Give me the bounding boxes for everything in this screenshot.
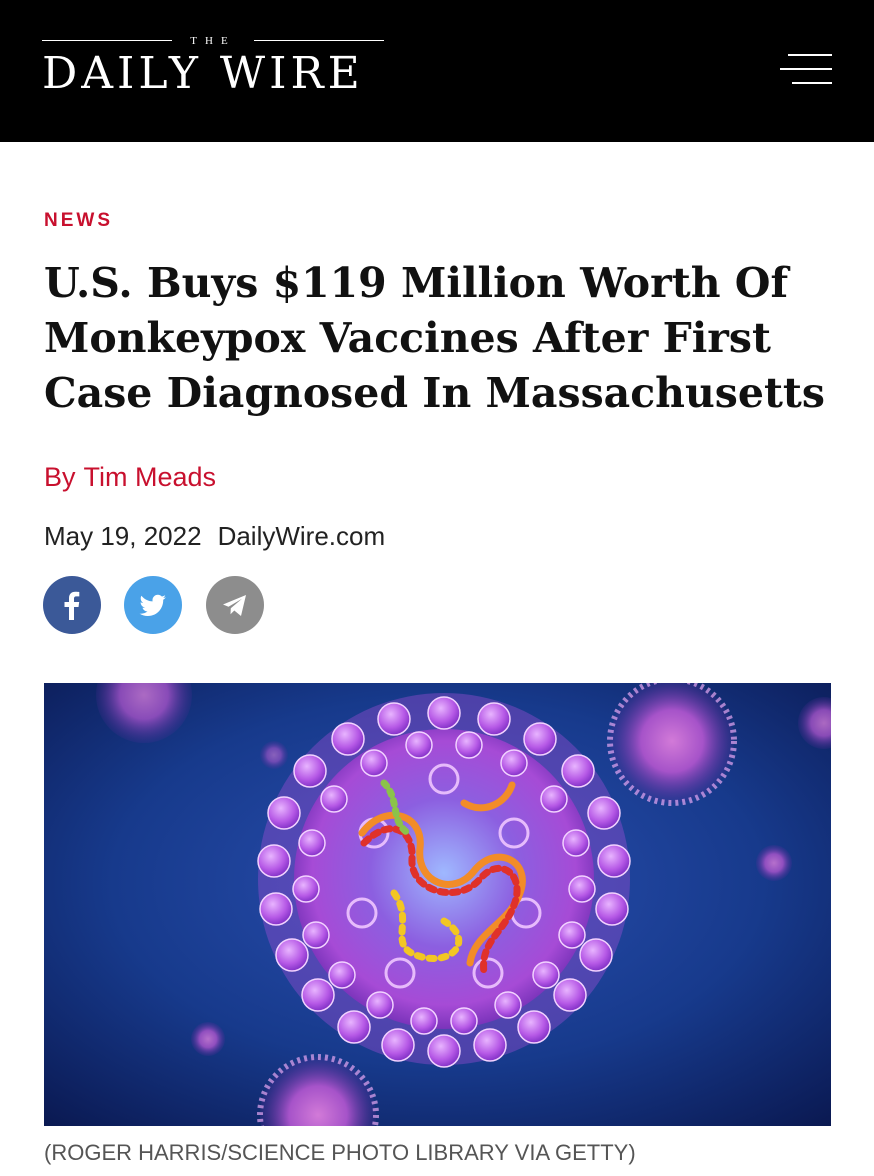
twitter-share-button[interactable] [124, 576, 182, 634]
byline-prefix: By [44, 462, 76, 492]
article-meta: May 19, 2022 DailyWire.com [44, 519, 385, 553]
facebook-share-button[interactable] [43, 576, 101, 634]
menu-line [792, 82, 832, 84]
daily-wire-logo[interactable]: THE DAILY WIRE [42, 30, 384, 100]
article-source: DailyWire.com [217, 521, 386, 551]
telegram-share-button[interactable] [206, 576, 264, 634]
menu-line [780, 68, 832, 70]
publish-date: May 19, 2022 [44, 521, 202, 551]
logo-wordmark: DAILY WIRE [42, 48, 364, 99]
monkeypox-virus-image [44, 683, 831, 1126]
facebook-icon [64, 591, 80, 620]
article-headline: U.S. Buys $119 Million Worth Of Monkeypo… [44, 259, 825, 417]
logo-the-row: THE [42, 34, 384, 48]
author-link[interactable]: Tim Meads [84, 462, 217, 492]
hamburger-menu-icon[interactable] [776, 50, 832, 88]
twitter-icon [139, 594, 166, 616]
section-label[interactable]: NEWS [44, 208, 113, 234]
byline: By Tim Meads [44, 460, 216, 494]
virus-illustration [44, 683, 831, 1126]
logo-the-text: THE [190, 35, 236, 47]
logo-rule-right [254, 40, 384, 41]
telegram-icon [223, 595, 246, 616]
image-caption: (ROGER HARRIS/SCIENCE PHOTO LIBRARY VIA … [44, 1140, 636, 1165]
logo-rule-left [42, 40, 172, 41]
site-header: THE DAILY WIRE [0, 0, 874, 142]
menu-line [788, 54, 832, 56]
